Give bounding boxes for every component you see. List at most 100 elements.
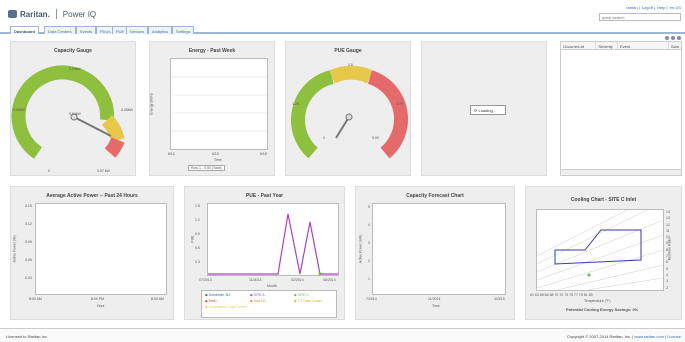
pue-left-label: 1.25 bbox=[292, 102, 299, 106]
py-ytick: 0.9 bbox=[195, 232, 200, 236]
column-event[interactable]: Event bbox=[618, 42, 669, 49]
settings-icon[interactable] bbox=[671, 36, 675, 40]
legend-item: ◆ SITE C bbox=[294, 293, 309, 297]
legend-item: ◆ Unassigned Data Center bbox=[205, 305, 247, 309]
py-xlabel: Month bbox=[267, 284, 277, 288]
loading-text: Loading... bbox=[478, 108, 497, 113]
language-link[interactable]: en-US bbox=[670, 5, 681, 10]
product-name: Power IQ bbox=[62, 9, 97, 19]
tab-dashboard[interactable]: Dashboard bbox=[10, 26, 39, 34]
py-ytick: 1.5 bbox=[195, 204, 200, 208]
raritan-link[interactable]: www.raritan.com bbox=[634, 334, 664, 339]
column-sum[interactable]: Sum bbox=[669, 42, 681, 49]
capacity-gauge-panel: Capacity Gauge 0.03kW 0.00kW 0.05kW 0.04… bbox=[10, 41, 136, 176]
license-text: Licensed to Raritan Inc. bbox=[6, 334, 49, 339]
ap-xtick: 8:00 PM bbox=[91, 297, 105, 301]
column-severity[interactable]: Severity bbox=[596, 42, 618, 49]
capacity-current-label: 0.04kW bbox=[69, 112, 81, 116]
ap-xtick: 8:00 AM bbox=[29, 297, 42, 301]
footer: Licensed to Raritan Inc. Copyright © 200… bbox=[0, 328, 685, 342]
energy-xtick: 6/18 bbox=[260, 152, 267, 156]
energy-panel: Energy - Past Week Energy (kWh) 6/12 6/1… bbox=[149, 41, 275, 176]
pue-year-ylabel: PUE bbox=[190, 235, 195, 243]
py-xtick: 11/2013 bbox=[249, 278, 262, 282]
ap-xtick: 8:00 AM bbox=[151, 297, 164, 301]
forecast-panel: Capacity Forecast Chart Active Power (kW… bbox=[355, 186, 515, 320]
ap-ytick: 0.06 bbox=[25, 258, 32, 262]
cooling-panel: Cooling Chart - SITE C Inlet 61 63 65 66… bbox=[525, 186, 682, 320]
logoff-link[interactable]: Logoff bbox=[642, 5, 653, 10]
ap-xlabel: Hour bbox=[97, 304, 105, 308]
capacity-min-label: 0 bbox=[48, 169, 50, 173]
capacity-gauge-svg bbox=[11, 65, 125, 159]
fc-xlabel: Time bbox=[432, 304, 440, 308]
ap-ytick: 0.12 bbox=[25, 222, 32, 226]
ap-ytick: 0.09 bbox=[25, 240, 32, 244]
help-link[interactable]: Help bbox=[657, 5, 665, 10]
energy-xlabel: Time bbox=[214, 158, 222, 162]
tab-events[interactable]: Events bbox=[76, 26, 97, 34]
energy-legend: Row 1 - 0.00 (Total) bbox=[188, 165, 225, 171]
legend-item: ◆ SITE A bbox=[250, 293, 265, 297]
fc-xtick: 11/2014 bbox=[428, 297, 441, 301]
ap-ytick: 0.15 bbox=[25, 204, 32, 208]
tab-analytics[interactable]: Analytics bbox=[148, 26, 173, 34]
dashboard-tools bbox=[665, 36, 681, 40]
pue-right-label: 3.75 bbox=[396, 102, 403, 106]
capacity-top-label: 0.03kW bbox=[69, 67, 81, 71]
capacity-left-label: 0.00kW bbox=[13, 108, 25, 112]
fc-ytick: 1 bbox=[368, 277, 370, 281]
pue-year-legend: ◆ Somerset, NJ ◆ SITE A ◆ SITE C ◆ Test1… bbox=[201, 290, 337, 318]
fc-ytick: 5 bbox=[368, 205, 370, 209]
forecast-title: Capacity Forecast Chart bbox=[406, 193, 464, 199]
capacity-right-label: 0.05kW bbox=[121, 108, 133, 112]
active-power-title: Average Active Power -- Past 24 Hours bbox=[46, 193, 138, 199]
cooling-yticks: 14 13 12 11 10 9 8 7 6 5 4 3 2 bbox=[666, 210, 670, 290]
pue-gauge-panel: PUE Gauge 2.5 1.25 3.75 0 5.00 bbox=[285, 41, 411, 176]
capacity-max-label: 0.07 kW bbox=[97, 169, 110, 173]
license-link[interactable]: License bbox=[667, 334, 681, 339]
loading-panel: ⟳ Loading... bbox=[421, 41, 547, 176]
app-header: Raritan. Power IQ raritan | Logoff | Hel… bbox=[0, 0, 685, 24]
fc-ytick: 2 bbox=[368, 259, 370, 263]
pue-year-plot bbox=[207, 203, 339, 276]
ap-ytick: 0.03 bbox=[25, 276, 32, 280]
pue-min-label: 0 bbox=[323, 136, 325, 140]
active-power-plot bbox=[35, 203, 167, 295]
fc-xtick: 7/2014 bbox=[366, 297, 377, 301]
energy-plot bbox=[170, 58, 268, 150]
py-xtick: 06/2014 bbox=[323, 278, 336, 282]
user-link[interactable]: raritan bbox=[626, 5, 637, 10]
top-links: raritan | Logoff | Help | en-US bbox=[626, 5, 681, 10]
logo: Raritan. Power IQ bbox=[8, 9, 96, 19]
cooling-plot bbox=[536, 209, 664, 291]
cooling-savings: Potential Cooling Energy Savings: 0% bbox=[566, 307, 639, 312]
cooling-title: Cooling Chart - SITE C Inlet bbox=[570, 197, 637, 203]
spinner-icon: ⟳ bbox=[474, 108, 478, 113]
energy-title: Energy - Past Week bbox=[188, 48, 236, 54]
tab-data-centers[interactable]: Data Centers bbox=[44, 26, 76, 34]
energy-xtick: 6/15 bbox=[212, 152, 219, 156]
raritan-logo-icon bbox=[8, 10, 17, 18]
pue-year-title: PUE - Past Year bbox=[245, 193, 284, 199]
fc-ytick: 3 bbox=[368, 241, 370, 245]
horizontal-scrollbar[interactable] bbox=[561, 169, 681, 175]
column-occurred-at[interactable]: Occurred at bbox=[561, 42, 597, 49]
add-icon[interactable] bbox=[677, 36, 681, 40]
logo-divider bbox=[55, 9, 57, 19]
pue-year-panel: PUE - Past Year PUE 1.5 1.2 0.9 0.6 0.3 … bbox=[184, 186, 345, 320]
cooling-xticks: 61 63 65 66 68 70 72 73 75 77 79 81 83 bbox=[530, 293, 593, 297]
tab-bar: Dashboard Data Centers Events PDUs PUE D… bbox=[0, 24, 685, 34]
energy-xtick: 6/12 bbox=[168, 152, 175, 156]
tab-devices[interactable]: Devices bbox=[126, 26, 149, 34]
py-xtick: 02/2014 bbox=[291, 278, 304, 282]
active-power-ylabel: Active Power (W) bbox=[12, 235, 17, 263]
forecast-ylabel: Active Power (kW) bbox=[358, 234, 363, 264]
forecast-plot bbox=[372, 203, 506, 295]
events-table: Occurred at Severity Event Sum bbox=[560, 41, 682, 176]
tab-settings[interactable]: Settings bbox=[172, 26, 195, 34]
refresh-icon[interactable] bbox=[665, 36, 669, 40]
search-input[interactable] bbox=[599, 13, 681, 21]
py-ytick: 0.3 bbox=[195, 260, 200, 264]
fc-ytick: 4 bbox=[368, 223, 370, 227]
